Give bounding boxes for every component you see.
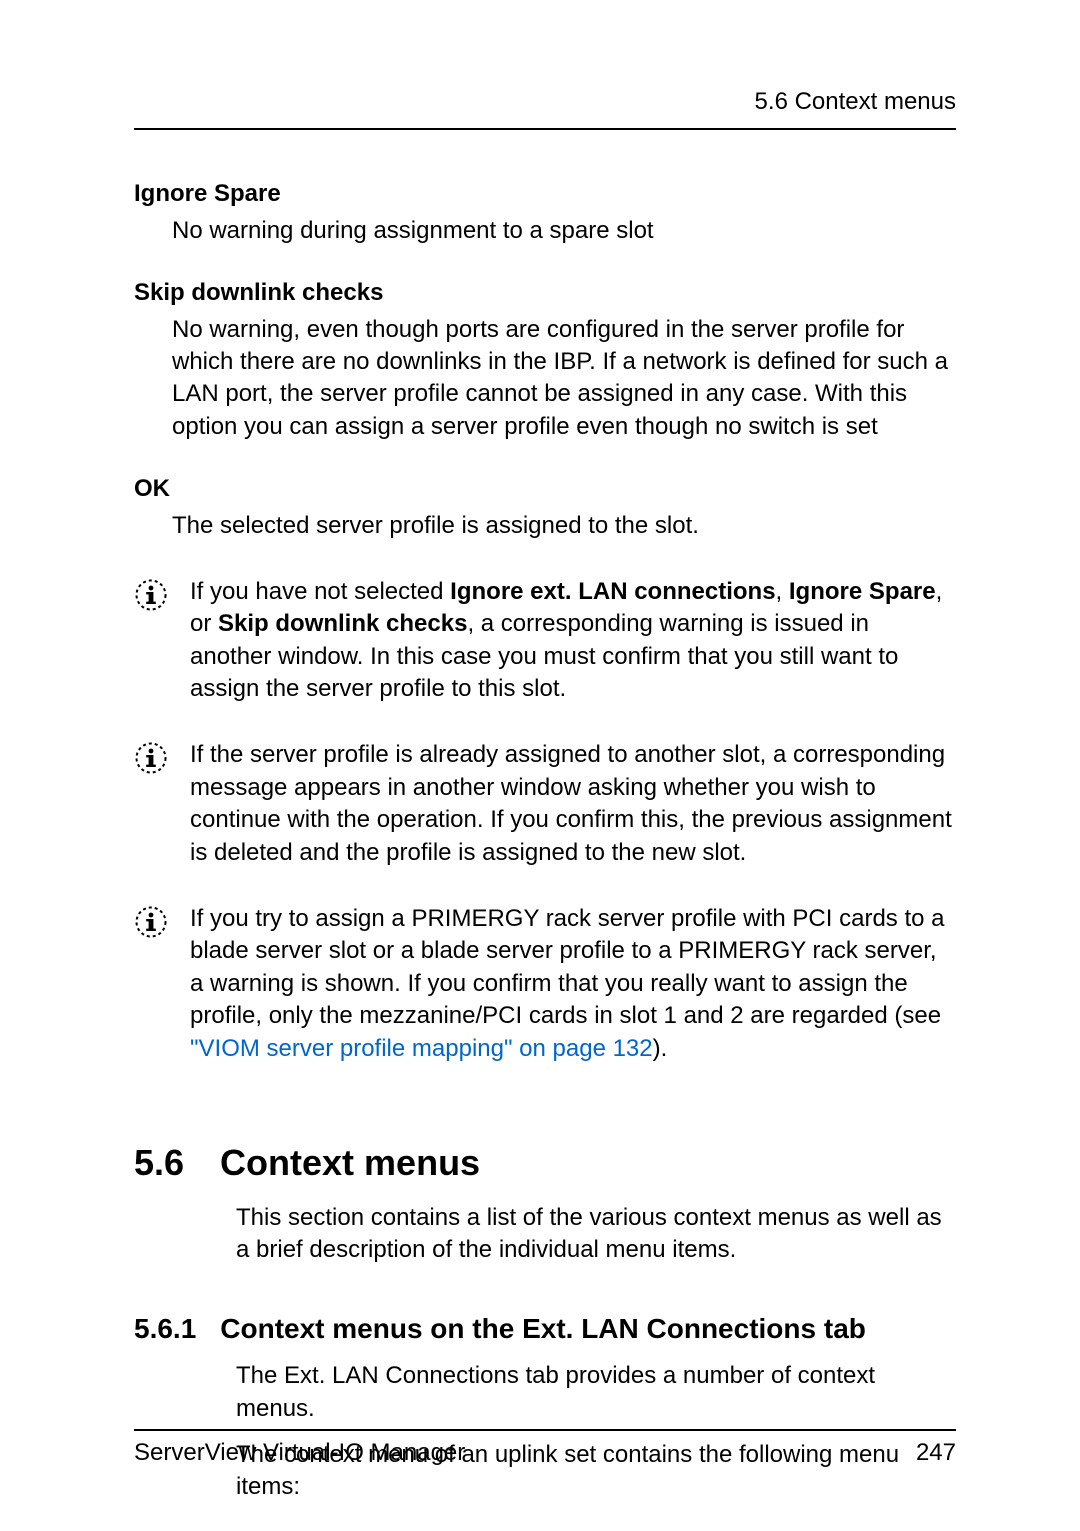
- def-term: Skip downlink checks: [134, 277, 956, 309]
- info-text: If you try to assign a PRIMERGY rack ser…: [190, 903, 956, 1065]
- def-term: Ignore Spare: [134, 178, 956, 210]
- info-note-1: If you have not selected Ignore ext. LAN…: [134, 576, 956, 706]
- def-text: The selected server profile is assigned …: [172, 510, 956, 542]
- running-header: 5.6 Context menus: [134, 86, 956, 118]
- cross-ref-link[interactable]: "VIOM server profile mapping" on page 13…: [190, 1035, 653, 1062]
- subsection-paragraph: The Ext. LAN Connections tab provides a …: [236, 1360, 956, 1425]
- text-bold: Ignore ext. LAN connections: [450, 578, 775, 605]
- section-number: 5.6: [134, 1139, 184, 1188]
- text-fragment: If you try to assign a PRIMERGY rack ser…: [190, 905, 945, 1029]
- info-note-3: If you try to assign a PRIMERGY rack ser…: [134, 903, 956, 1065]
- section-body: This section contains a list of the vari…: [236, 1202, 956, 1267]
- text-fragment: The: [236, 1362, 284, 1389]
- info-note-2: If the server profile is already assigne…: [134, 739, 956, 869]
- def-term: OK: [134, 473, 956, 505]
- subsection-title: Context menus on the Ext. LAN Connection…: [220, 1310, 866, 1348]
- page-number: 247: [916, 1437, 956, 1469]
- section-heading: 5.6 Context menus: [134, 1139, 956, 1188]
- subsection-heading: 5.6.1 Context menus on the Ext. LAN Conn…: [134, 1310, 956, 1348]
- text-bold: Ignore Spare: [789, 578, 936, 605]
- text-bold: Ext. LAN Connections: [284, 1362, 519, 1389]
- def-ignore-spare: Ignore Spare No warning during assignmen…: [134, 178, 956, 247]
- footer-left: ServerView Virtual-IO Manager: [134, 1437, 465, 1469]
- section-title: Context menus: [220, 1139, 480, 1188]
- running-header-text: 5.6 Context menus: [755, 88, 956, 115]
- text-fragment: ,: [776, 578, 789, 605]
- top-rule: [134, 128, 956, 130]
- info-text: If you have not selected Ignore ext. LAN…: [190, 576, 956, 706]
- subsection-number: 5.6.1: [134, 1310, 196, 1348]
- def-ok: OK The selected server profile is assign…: [134, 473, 956, 542]
- def-skip-downlink: Skip downlink checks No warning, even th…: [134, 277, 956, 443]
- text-bold: Skip downlink checks: [218, 610, 467, 637]
- info-icon: [134, 905, 168, 1065]
- page-footer: ServerView Virtual-IO Manager 247: [134, 1429, 956, 1469]
- info-icon: [134, 578, 168, 706]
- footer-rule: [134, 1429, 956, 1431]
- text-fragment: If you have not selected: [190, 578, 450, 605]
- text-fragment: If the server profile is already assigne…: [190, 741, 952, 865]
- def-text: No warning, even though ports are config…: [172, 314, 956, 444]
- info-text: If the server profile is already assigne…: [190, 739, 956, 869]
- section-body-text: This section contains a list of the vari…: [236, 1204, 942, 1263]
- info-icon: [134, 741, 168, 869]
- def-text: No warning during assignment to a spare …: [172, 215, 956, 247]
- text-fragment: ).: [653, 1035, 668, 1062]
